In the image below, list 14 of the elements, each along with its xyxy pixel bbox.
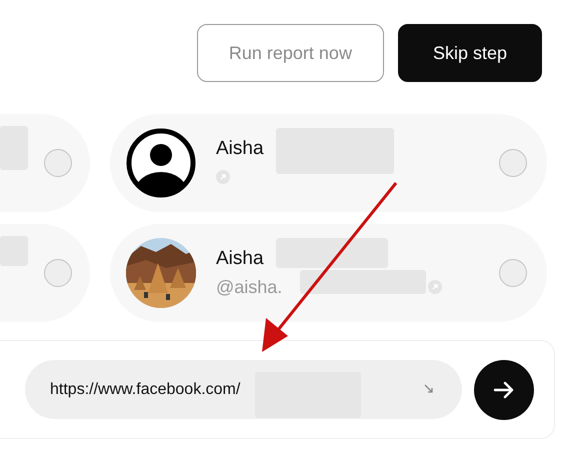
account-name: Aisha <box>216 138 264 160</box>
resize-icon <box>424 384 434 394</box>
account-card[interactable]: Aisha <box>110 114 547 212</box>
external-link-icon[interactable] <box>216 170 230 184</box>
radio-button[interactable] <box>499 149 527 177</box>
radio-button[interactable] <box>44 259 72 287</box>
radio-button[interactable] <box>499 259 527 287</box>
account-name: Aisha <box>216 248 264 270</box>
skip-button[interactable]: Skip step <box>398 24 542 82</box>
radio-button[interactable] <box>44 149 72 177</box>
user-avatar-icon <box>126 128 196 198</box>
account-handle: @aisha. <box>216 276 282 298</box>
external-link-icon[interactable] <box>428 280 442 294</box>
account-card[interactable]: Aisha @aisha. <box>110 224 547 322</box>
